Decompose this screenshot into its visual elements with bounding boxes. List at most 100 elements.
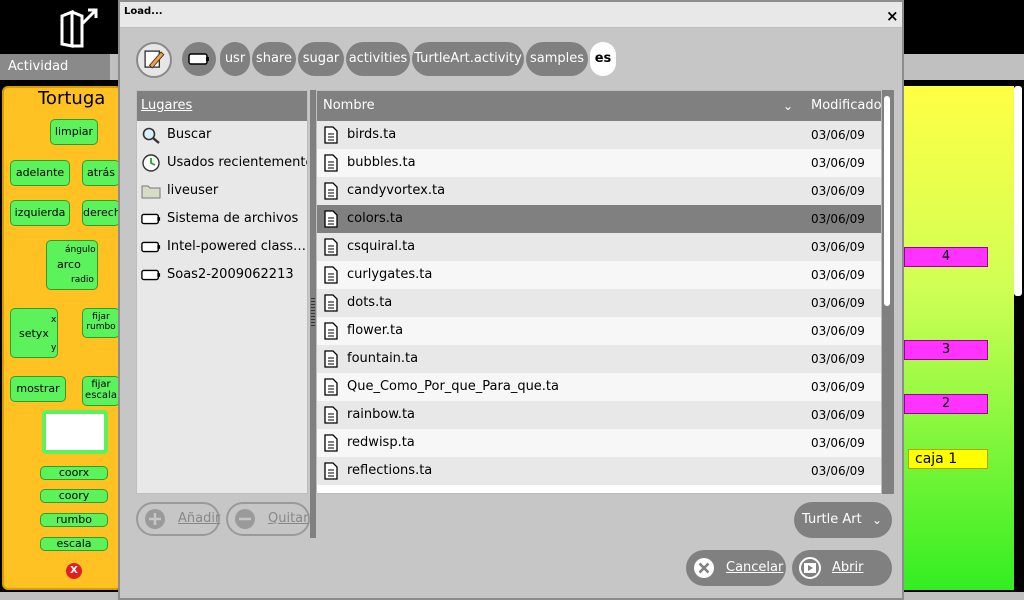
- canvas-box-3[interactable]: 3: [904, 340, 988, 360]
- places-header[interactable]: Lugares: [137, 91, 307, 121]
- cancel-icon: [694, 558, 714, 578]
- column-modified[interactable]: Modificado: [811, 91, 881, 121]
- place-label: Buscar: [167, 127, 212, 142]
- canvas-box-4[interactable]: 4: [904, 247, 988, 267]
- breadcrumb-usr[interactable]: usr: [220, 42, 250, 76]
- block-adelante[interactable]: adelante: [10, 160, 70, 186]
- palette-close-icon[interactable]: X: [66, 563, 82, 579]
- breadcrumb-share[interactable]: share: [252, 42, 296, 76]
- document-icon: [324, 322, 338, 340]
- file-modified: 03/06/09: [811, 296, 865, 310]
- document-icon: [324, 294, 338, 312]
- file-modified: 03/06/09: [811, 352, 865, 366]
- file-name: reflections.ta: [347, 463, 433, 478]
- file-list-scrollbar[interactable]: [882, 90, 894, 494]
- file-row[interactable]: curlygates.ta 03/06/09: [317, 261, 881, 289]
- place-intel[interactable]: Intel-powered class…: [137, 233, 307, 261]
- file-row[interactable]: flower.ta 03/06/09: [317, 317, 881, 345]
- file-row[interactable]: redwisp.ta 03/06/09: [317, 429, 881, 457]
- block-fijar-rumbo[interactable]: fijar rumbo: [82, 308, 120, 338]
- document-icon: [324, 238, 338, 256]
- block-coorx[interactable]: coorx: [40, 466, 108, 480]
- add-place-button[interactable]: Añadir: [136, 502, 220, 536]
- file-name: csquiral.ta: [347, 239, 416, 254]
- open-icon: [799, 557, 821, 579]
- drive-icon: [141, 241, 161, 253]
- column-name[interactable]: Nombre: [323, 91, 375, 121]
- place-soas2[interactable]: Soas2-2009062213: [137, 261, 307, 289]
- file-row[interactable]: dots.ta 03/06/09: [317, 289, 881, 317]
- file-row[interactable]: fountain.ta 03/06/09: [317, 345, 881, 373]
- file-modified: 03/06/09: [811, 436, 865, 450]
- breadcrumb-sugar[interactable]: sugar: [298, 42, 344, 76]
- place-label: Intel-powered class…: [167, 239, 307, 254]
- remove-label: Quitar: [268, 511, 309, 526]
- tab-actividad[interactable]: Actividad: [0, 54, 110, 80]
- block-coory[interactable]: coory: [40, 489, 108, 503]
- scrollbar-thumb[interactable]: [884, 96, 890, 306]
- document-icon: [324, 126, 338, 144]
- document-icon: [324, 434, 338, 452]
- file-type-filter[interactable]: Turtle Art ⌄: [794, 502, 892, 538]
- journal-icon[interactable]: [58, 6, 102, 48]
- block-arco-angulo: ángulo: [65, 245, 96, 255]
- file-row[interactable]: candyvortex.ta 03/06/09: [317, 177, 881, 205]
- file-row[interactable]: reflections.ta 03/06/09: [317, 457, 881, 485]
- file-name: bubbles.ta: [347, 155, 416, 170]
- file-row[interactable]: bubbles.ta 03/06/09: [317, 149, 881, 177]
- place-liveuser[interactable]: liveuser: [137, 177, 307, 205]
- block-setyx[interactable]: setyx x y: [10, 308, 58, 358]
- block-fijar-escala[interactable]: fijar escala: [82, 376, 120, 406]
- sort-chevron-icon[interactable]: ⌄: [783, 91, 793, 121]
- document-icon: [324, 266, 338, 284]
- canvas-box-2[interactable]: 2: [904, 394, 988, 414]
- filter-label: Turtle Art: [802, 512, 862, 527]
- remove-place-button[interactable]: Quitar: [226, 502, 310, 536]
- breadcrumb-device[interactable]: [182, 42, 216, 76]
- turtle-canvas[interactable]: [904, 86, 1014, 590]
- splitter-grip[interactable]: [311, 298, 315, 328]
- block-mostrar[interactable]: mostrar: [10, 376, 66, 402]
- file-modified: 03/06/09: [811, 156, 865, 170]
- breadcrumb-es[interactable]: es: [590, 42, 616, 76]
- file-name: birds.ta: [347, 127, 397, 142]
- block-derecha[interactable]: derecha: [82, 200, 128, 226]
- file-modified: 03/06/09: [811, 324, 865, 338]
- create-folder-button[interactable]: [136, 42, 172, 78]
- block-limpiar[interactable]: limpiar: [50, 119, 98, 145]
- folder-icon: [141, 185, 161, 199]
- breadcrumb-turtleart[interactable]: TurtleArt.activity: [412, 42, 524, 76]
- file-name: dots.ta: [347, 295, 393, 310]
- place-filesystem[interactable]: Sistema de archivos: [137, 205, 307, 233]
- file-row[interactable]: csquiral.ta 03/06/09: [317, 233, 881, 261]
- document-icon: [324, 462, 338, 480]
- cancel-label: Cancelar: [726, 560, 784, 575]
- breadcrumb-samples[interactable]: samples: [526, 42, 588, 76]
- dialog-title: Load...: [124, 6, 163, 17]
- cancel-button[interactable]: Cancelar: [686, 550, 786, 586]
- canvas-scrollbar[interactable]: [1014, 86, 1022, 296]
- chevron-down-icon: ⌄: [872, 513, 883, 527]
- block-setyx-label: setyx: [19, 327, 49, 340]
- block-arco[interactable]: ángulo arco radio: [46, 240, 98, 290]
- document-icon: [324, 406, 338, 424]
- open-button[interactable]: Abrir: [792, 550, 892, 586]
- place-label: Soas2-2009062213: [167, 267, 294, 282]
- file-row[interactable]: colors.ta 03/06/09: [317, 205, 881, 233]
- breadcrumb-activities[interactable]: activities: [346, 42, 410, 76]
- block-atras[interactable]: atrás: [82, 160, 120, 186]
- block-escala[interactable]: escala: [40, 537, 108, 551]
- file-row[interactable]: birds.ta 03/06/09: [317, 121, 881, 149]
- canvas-caja-block[interactable]: caja 1: [908, 449, 988, 469]
- file-name: Que_Como_Por_que_Para_que.ta: [347, 379, 559, 394]
- document-icon: [324, 350, 338, 368]
- file-row[interactable]: Que_Como_Por_que_Para_que.ta 03/06/09: [317, 373, 881, 401]
- block-rumbo[interactable]: rumbo: [40, 513, 108, 527]
- file-row[interactable]: rainbow.ta 03/06/09: [317, 401, 881, 429]
- block-izquierda[interactable]: izquierda: [10, 200, 70, 226]
- place-label: Sistema de archivos: [167, 211, 299, 226]
- block-input-slot[interactable]: [42, 410, 108, 454]
- place-buscar[interactable]: Buscar: [137, 121, 307, 149]
- place-recent[interactable]: Usados recientemente: [137, 149, 307, 177]
- close-icon[interactable]: ×: [886, 9, 899, 24]
